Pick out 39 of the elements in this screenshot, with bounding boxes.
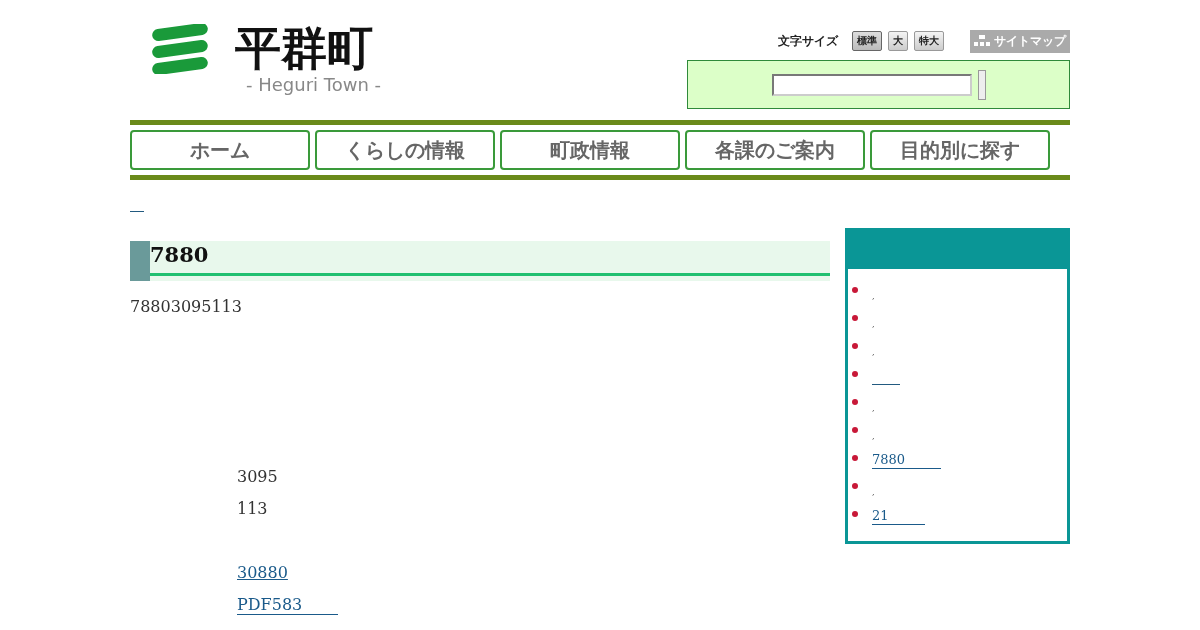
body-text: 113 — [237, 498, 269, 520]
sidebar-text: , — [872, 431, 875, 441]
bullet-icon — [852, 455, 858, 461]
bullet-icon — [852, 343, 858, 349]
nav-tab[interactable]: くらしの情報 — [315, 130, 495, 170]
sidebar-link[interactable]: 7880 — [872, 453, 942, 469]
sidebar-text: , — [872, 319, 875, 329]
bullet-icon — [852, 483, 858, 489]
bullet-icon — [852, 427, 858, 433]
font-size-button[interactable]: 大 — [888, 31, 908, 51]
bullet-icon — [852, 399, 858, 405]
sidebar-link[interactable]: 21 — [872, 509, 925, 525]
font-size-label: 文字サイズ — [778, 32, 838, 50]
document-link[interactable]: PDF583 — [237, 596, 339, 615]
document-link[interactable]: 30880 — [237, 563, 288, 582]
sitemap-icon — [974, 35, 990, 47]
sidebar-text: , — [872, 291, 875, 301]
font-size-button[interactable]: 標準 — [852, 31, 882, 51]
bullet-icon — [852, 371, 858, 377]
bullet-icon — [852, 315, 858, 321]
nav-tab[interactable]: 町政情報 — [500, 130, 680, 170]
sidebar-text: , — [872, 487, 875, 497]
nav-tab[interactable]: 目的別に探す — [870, 130, 1050, 170]
search-field[interactable] — [771, 73, 972, 96]
nav-tab[interactable]: ホーム — [130, 130, 310, 170]
search-button[interactable] — [977, 69, 986, 100]
intro-text: 78803095113 — [130, 297, 243, 316]
body-text: 3095 — [237, 466, 279, 488]
town-subtitle: - Heguri Town - — [246, 74, 382, 95]
font-size-button[interactable]: 特大 — [914, 31, 944, 51]
bullet-icon — [852, 511, 858, 517]
page-title: 7880 — [150, 241, 830, 276]
sidebar-text: , — [872, 347, 875, 357]
bullet-icon — [852, 287, 858, 293]
nav-tab[interactable]: 各課のご案内 — [685, 130, 865, 170]
logo-icon — [150, 24, 210, 74]
heading-marker — [130, 241, 150, 281]
sidebar-text: , — [872, 403, 875, 413]
town-name: 平群町 — [234, 22, 373, 74]
